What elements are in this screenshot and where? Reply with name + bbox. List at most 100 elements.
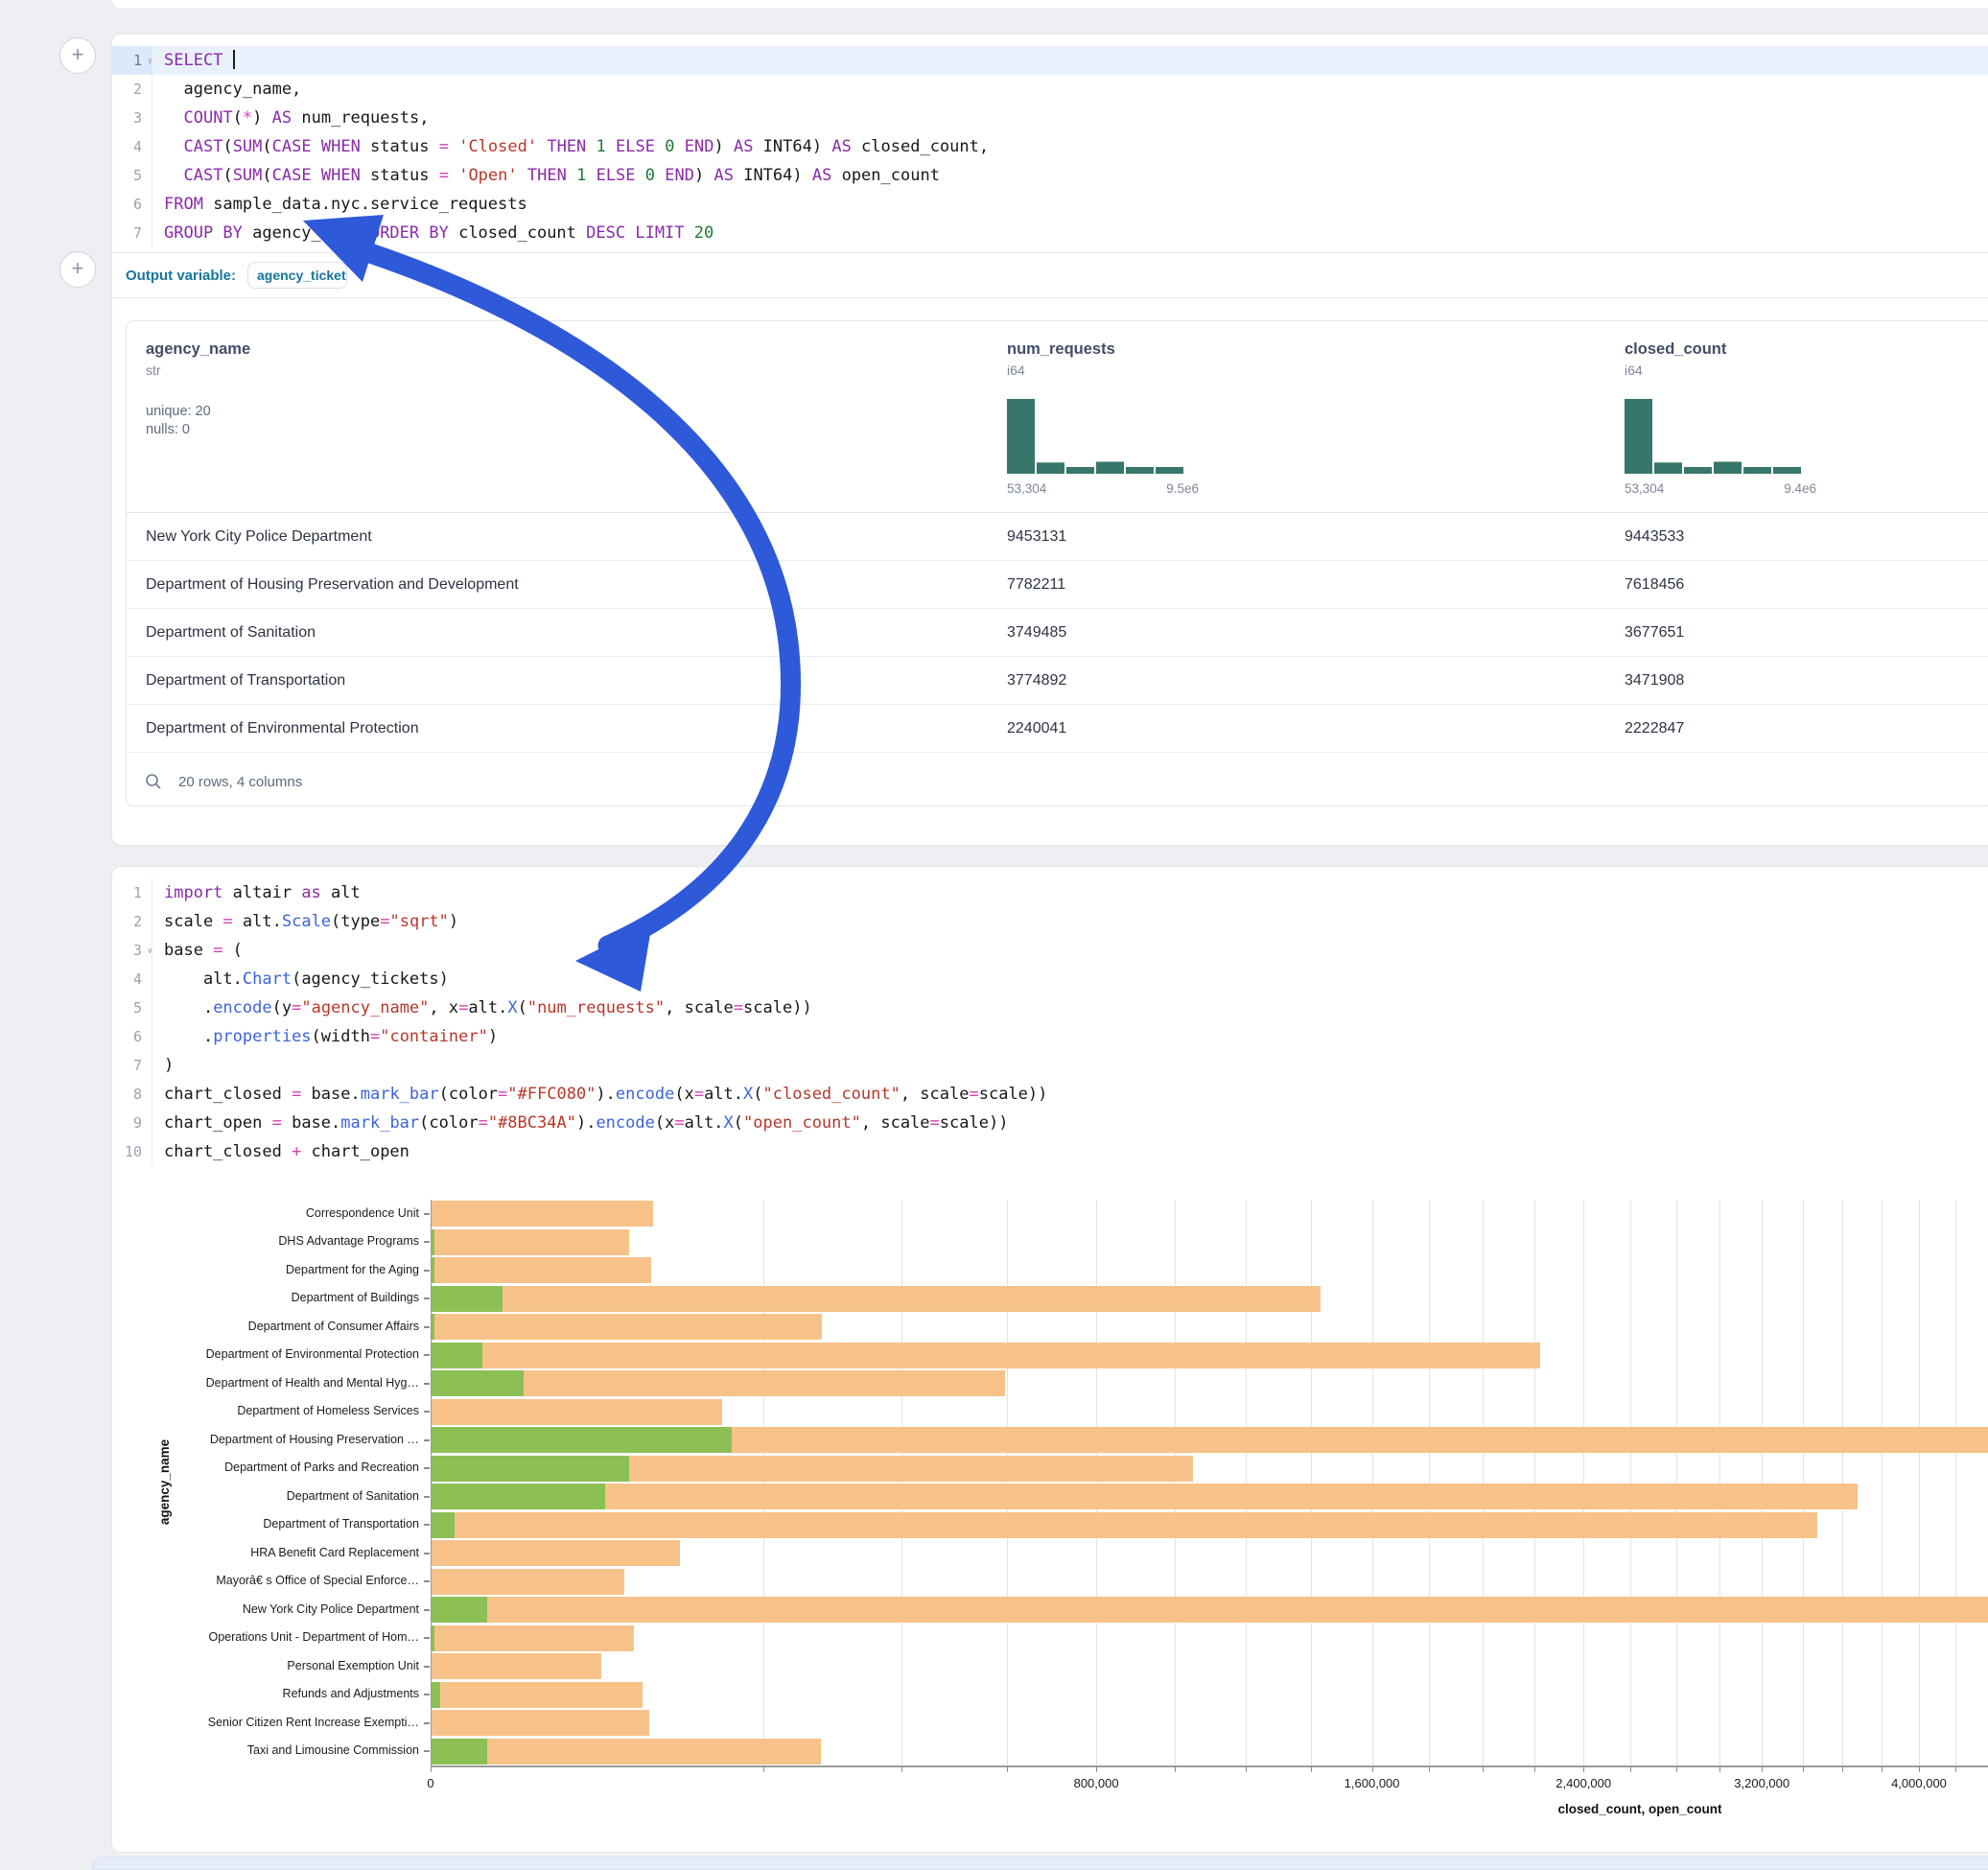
- cell-closed_count: 2222847: [1625, 705, 1684, 752]
- code-text[interactable]: GROUP BY agency_name ORDER BY closed_cou…: [152, 219, 1988, 247]
- histogram-range-labels: 53,3049.5e6: [1007, 481, 1199, 496]
- add-cell-button-output[interactable]: +: [59, 251, 96, 288]
- code-line[interactable]: 1import altair as alt: [112, 878, 1988, 907]
- code-line[interactable]: 5 .encode(y="agency_name", x=alt.X("num_…: [112, 993, 1988, 1022]
- line-number: 3: [112, 104, 152, 132]
- y-axis-tick: [424, 1439, 430, 1441]
- code-line[interactable]: 8chart_closed = base.mark_bar(color="#FF…: [112, 1080, 1988, 1109]
- bar-closed-count: [431, 1710, 649, 1736]
- line-number: 4: [112, 965, 152, 993]
- column-header-closed_count[interactable]: closed_counti6453,3049.4e6: [1625, 340, 1816, 496]
- code-text[interactable]: .encode(y="agency_name", x=alt.X("num_re…: [152, 993, 1988, 1022]
- gridline: [1429, 1200, 1430, 1765]
- line-number: 10: [112, 1137, 152, 1166]
- code-line[interactable]: 7GROUP BY agency_name ORDER BY closed_co…: [112, 219, 1988, 247]
- column-name: num_requests: [1007, 340, 1199, 359]
- code-text[interactable]: FROM sample_data.nyc.service_requests: [152, 190, 1988, 219]
- line-number: 2: [112, 907, 152, 936]
- cell-num_requests: 3749485: [1007, 609, 1066, 656]
- x-axis-tick: [1583, 1766, 1584, 1772]
- x-axis-tick: [1007, 1766, 1008, 1772]
- x-axis-tick: [1676, 1766, 1677, 1772]
- sql-cell-card: 1∨SELECT 2 agency_name,3 COUNT(*) AS num…: [111, 34, 1988, 846]
- bar-open-count: [431, 1682, 440, 1708]
- code-text[interactable]: .properties(width="container"): [152, 1022, 1988, 1051]
- bar-closed-count: [431, 1399, 722, 1425]
- y-axis-tick: [424, 1694, 430, 1695]
- table-row: Department of Housing Preservation and D…: [127, 561, 1988, 609]
- code-line[interactable]: 6FROM sample_data.nyc.service_requests: [112, 190, 1988, 219]
- cell-closed_count: 7618456: [1625, 561, 1684, 608]
- code-line[interactable]: 10chart_closed + chart_open: [112, 1137, 1988, 1166]
- code-line[interactable]: 2scale = alt.Scale(type="sqrt"): [112, 907, 1988, 936]
- y-axis-label: New York City Police Department: [112, 1602, 419, 1616]
- y-axis-line: [431, 1200, 432, 1765]
- line-number: 2: [112, 75, 152, 104]
- y-axis-label: Department of Buildings: [112, 1291, 419, 1304]
- y-axis-label: Department of Consumer Affairs: [112, 1320, 419, 1333]
- collapse-chevron-icon[interactable]: ∨: [148, 937, 152, 966]
- gridline: [1534, 1200, 1535, 1765]
- x-axis-tick: [1175, 1766, 1176, 1772]
- x-axis-tick-label: 800,000: [1074, 1776, 1119, 1790]
- bar-closed-count: [431, 1653, 601, 1679]
- output-variable-pill[interactable]: agency_tickets: [247, 262, 347, 289]
- code-text[interactable]: CAST(SUM(CASE WHEN status = 'Open' THEN …: [152, 161, 1988, 190]
- code-line[interactable]: 4 CAST(SUM(CASE WHEN status = 'Closed' T…: [112, 132, 1988, 161]
- line-number: 8: [112, 1080, 152, 1109]
- x-axis-tick: [901, 1766, 902, 1772]
- code-line[interactable]: 2 agency_name,: [112, 75, 1988, 104]
- x-axis-tick: [1719, 1766, 1720, 1772]
- y-axis-label: Department for the Aging: [112, 1263, 419, 1276]
- code-line[interactable]: 7): [112, 1051, 1988, 1080]
- bar-open-count: [431, 1286, 503, 1312]
- column-name: closed_count: [1625, 340, 1816, 359]
- code-text[interactable]: chart_open = base.mark_bar(color="#8BC34…: [152, 1109, 1988, 1137]
- code-line[interactable]: 9chart_open = base.mark_bar(color="#8BC3…: [112, 1109, 1988, 1137]
- code-text[interactable]: ): [152, 1051, 1988, 1080]
- code-line[interactable]: 4 alt.Chart(agency_tickets): [112, 965, 1988, 993]
- collapse-chevron-icon[interactable]: ∨: [148, 47, 152, 76]
- search-icon[interactable]: [144, 772, 163, 791]
- code-line[interactable]: 1∨SELECT: [112, 46, 1988, 75]
- bar-closed-count: [431, 1512, 1817, 1538]
- code-text[interactable]: CAST(SUM(CASE WHEN status = 'Closed' THE…: [152, 132, 1988, 161]
- previous-cell-edge: [111, 0, 1988, 10]
- column-stats: unique: 20nulls: 0: [146, 403, 250, 439]
- x-axis-tick: [1534, 1766, 1535, 1772]
- column-header-agency_name[interactable]: agency_namestrunique: 20nulls: 0: [146, 340, 250, 439]
- code-text[interactable]: COUNT(*) AS num_requests,: [152, 104, 1988, 132]
- bar-closed-count: [431, 1229, 629, 1255]
- x-axis-tick: [1630, 1766, 1631, 1772]
- code-line[interactable]: 3∨base = (: [112, 936, 1988, 965]
- y-axis-tick: [424, 1609, 430, 1611]
- column-header-num_requests[interactable]: num_requestsi6453,3049.5e6: [1007, 340, 1199, 496]
- x-axis-tick: [1882, 1766, 1883, 1772]
- code-text[interactable]: agency_name,: [152, 75, 1988, 104]
- x-axis-tick-label: 1,600,000: [1345, 1776, 1400, 1790]
- code-text[interactable]: base = (: [152, 936, 1988, 965]
- code-text[interactable]: SELECT: [152, 46, 1988, 75]
- code-line[interactable]: 6 .properties(width="container"): [112, 1022, 1988, 1051]
- x-axis-tick: [1955, 1766, 1956, 1772]
- sql-editor[interactable]: 1∨SELECT 2 agency_name,3 COUNT(*) AS num…: [112, 46, 1988, 247]
- y-axis-tick: [424, 1270, 430, 1272]
- code-line[interactable]: 5 CAST(SUM(CASE WHEN status = 'Open' THE…: [112, 161, 1988, 190]
- line-number: 6: [112, 1022, 152, 1051]
- python-editor[interactable]: 1import altair as alt2scale = alt.Scale(…: [112, 878, 1988, 1166]
- y-axis-tick: [424, 1411, 430, 1413]
- cell-num_requests: 2240041: [1007, 705, 1066, 752]
- add-cell-button-top[interactable]: +: [59, 37, 96, 74]
- code-line[interactable]: 3 COUNT(*) AS num_requests,: [112, 104, 1988, 132]
- gridline: [1803, 1200, 1804, 1765]
- x-axis-tick-label: 4,000,000: [1891, 1776, 1947, 1790]
- bar-closed-count: [431, 1739, 821, 1765]
- line-number: 5: [112, 161, 152, 190]
- bar-closed-count: [431, 1314, 822, 1340]
- line-number: 3∨: [112, 936, 152, 965]
- code-text[interactable]: chart_closed + chart_open: [152, 1137, 1988, 1166]
- code-text[interactable]: chart_closed = base.mark_bar(color="#FFC…: [152, 1080, 1988, 1109]
- code-text[interactable]: import altair as alt: [152, 878, 1988, 907]
- code-text[interactable]: alt.Chart(agency_tickets): [152, 965, 1988, 993]
- code-text[interactable]: scale = alt.Scale(type="sqrt"): [152, 907, 1988, 936]
